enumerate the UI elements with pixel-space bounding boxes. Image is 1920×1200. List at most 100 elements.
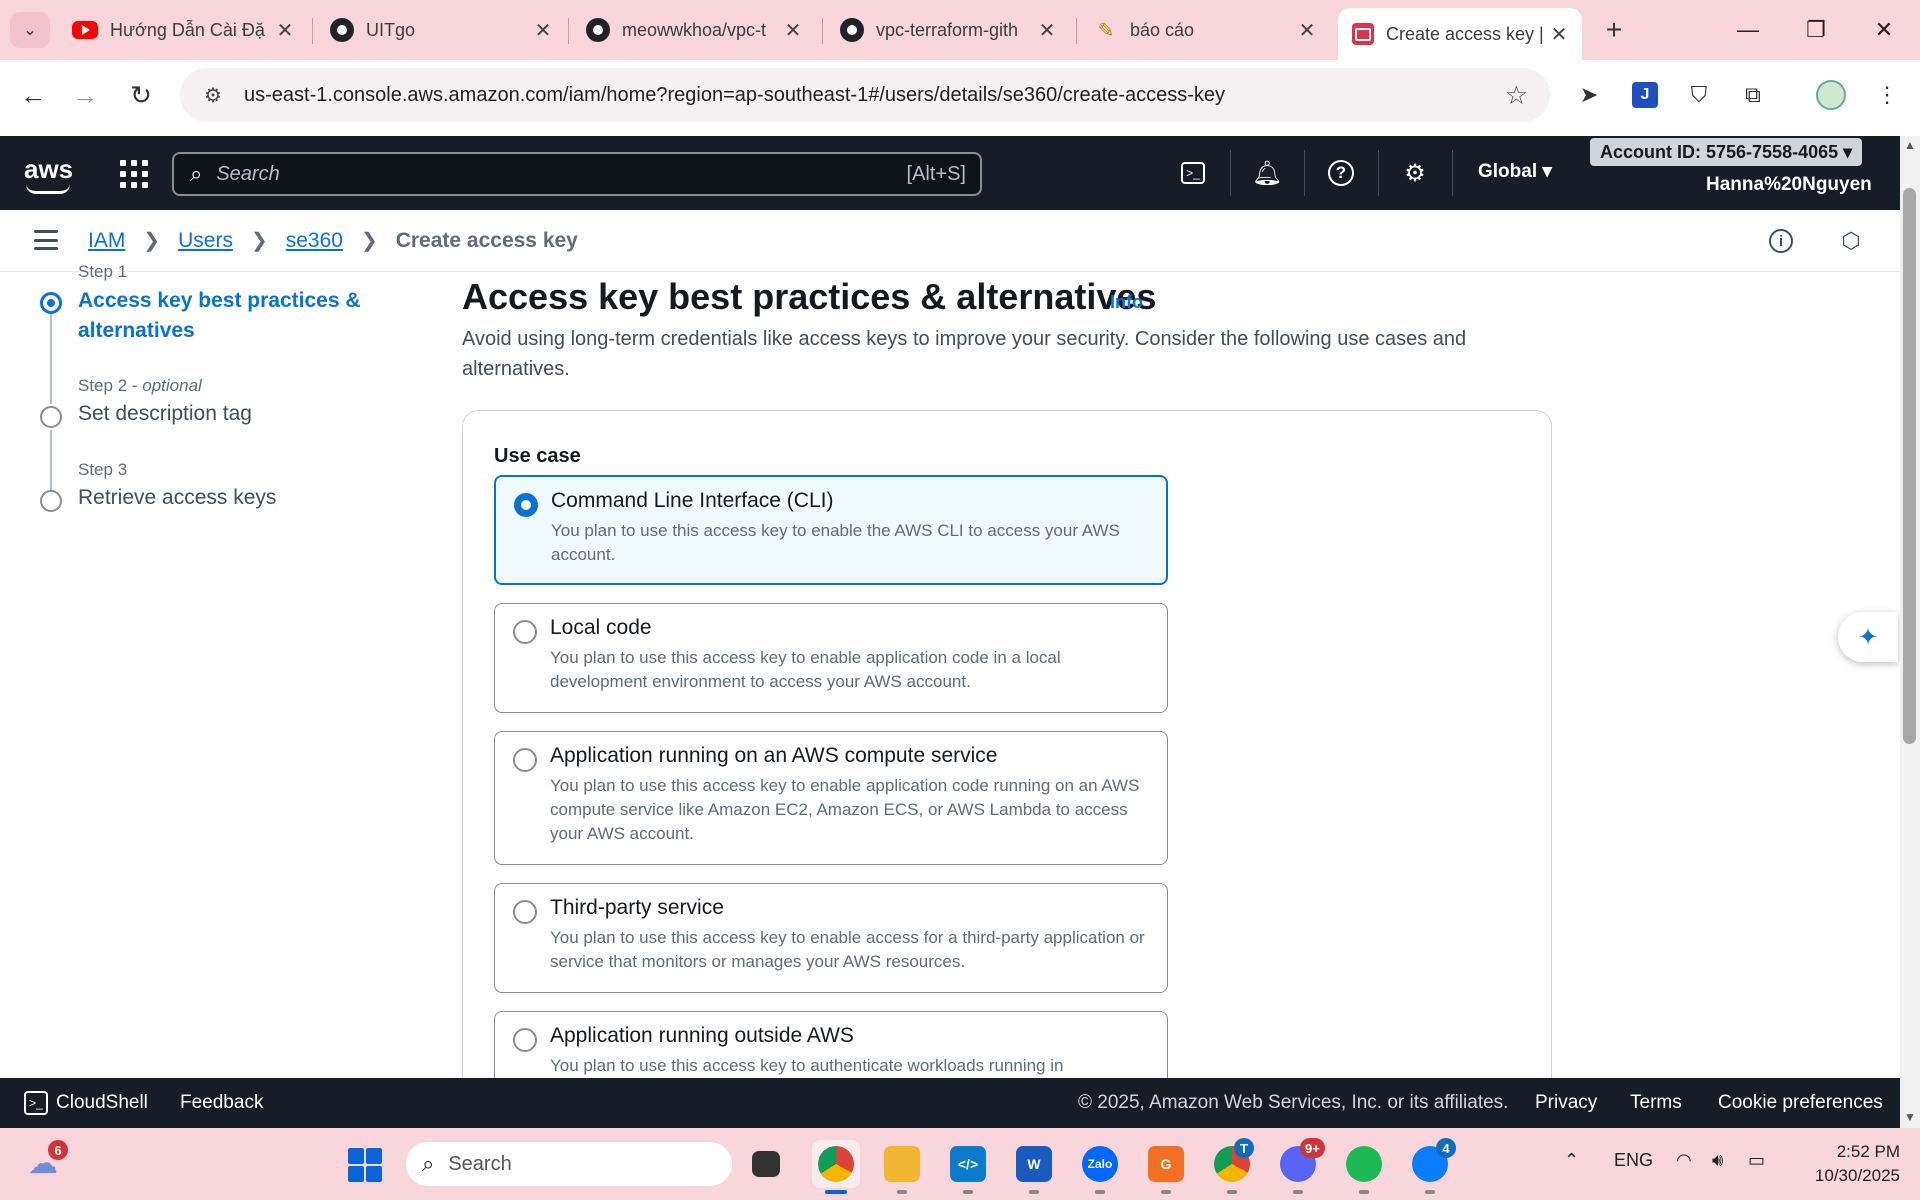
hexagon-settings-icon[interactable]: ⬡ [1836,226,1866,256]
breadcrumb-user-se360[interactable]: se360 [286,229,343,253]
battery-icon[interactable]: ▭ [1748,1150,1765,1171]
profile-avatar[interactable] [1814,78,1848,112]
reload-icon: ↻ [130,79,152,110]
breadcrumb-users[interactable]: Users [178,229,233,253]
cloudshell-link[interactable]: CloudShell [56,1092,148,1114]
radio-button[interactable] [513,620,537,644]
chrome-taskbar-app[interactable] [812,1140,860,1194]
info-link[interactable]: Info [1110,292,1143,313]
windows-start-icon[interactable] [348,1148,382,1182]
info-panel-icon[interactable]: i [1766,226,1796,256]
forward-button[interactable]: → [66,76,104,114]
account-username[interactable]: Hanna%20Nguyen [1706,174,1872,196]
browser-tab[interactable]: UITgo ✕ [316,8,566,52]
option-description: You plan to use this access key to enabl… [550,776,1140,843]
breadcrumb-iam[interactable]: IAM [88,229,125,253]
site-settings-icon[interactable]: ⚙ [200,82,226,108]
cloudshell-icon[interactable]: >_ [1176,156,1210,190]
close-icon[interactable]: ✕ [1548,22,1570,47]
help-icon[interactable]: ? [1324,156,1358,190]
use-case-option-third-party[interactable]: Third-party service You plan to use this… [494,883,1168,993]
caret-down-icon: ▾ [1843,141,1853,162]
taskbar-clock[interactable]: 2:52 PM 10/30/2025 [1790,1140,1900,1188]
jira-extension-icon[interactable]: J [1628,78,1662,112]
spotify-app[interactable] [1340,1140,1388,1194]
radio-button[interactable] [513,1028,537,1052]
assistant-sparkle-button[interactable]: ✦ [1838,612,1898,662]
send-extension-icon[interactable]: ➤ [1572,78,1606,112]
aws-logo[interactable]: aws [24,154,76,194]
main-content: Access key best practices & alternatives… [462,272,1552,1078]
radio-button-selected[interactable] [514,493,538,517]
account-id-badge[interactable]: Account ID: 5756-7558-4065 ▾ [1590,138,1863,166]
github-icon [330,18,354,42]
close-window-button[interactable]: ✕ [1864,10,1904,50]
close-icon[interactable]: ✕ [782,18,804,43]
close-icon[interactable]: ✕ [1296,18,1318,43]
taskbar-search[interactable]: ⌕ Search [406,1142,732,1186]
region-selector[interactable]: Global ▾ [1478,160,1552,183]
back-button[interactable]: ← [14,76,52,114]
aws-search-input[interactable] [216,162,837,186]
privacy-link[interactable]: Privacy [1535,1092,1597,1114]
use-case-option-aws-compute[interactable]: Application running on an AWS compute se… [494,731,1168,865]
scroll-up-arrow-icon[interactable]: ▲ [1904,138,1916,152]
cookie-preferences-link[interactable]: Cookie preferences [1718,1092,1883,1114]
volume-icon[interactable]: 🔊︎ [1712,1150,1723,1171]
use-case-option-local-code[interactable]: Local code You plan to use this access k… [494,603,1168,713]
close-icon[interactable]: ✕ [1036,18,1058,43]
browser-tab[interactable]: vpc-terraform-gith ✕ [826,8,1070,52]
scrollbar-thumb[interactable] [1903,188,1916,744]
pdf-app[interactable]: G [1142,1140,1190,1194]
vscode-app[interactable]: </> [944,1140,992,1194]
feedback-link[interactable]: Feedback [180,1092,263,1114]
browser-tab[interactable]: meowwkhoa/vpc-t ✕ [572,8,816,52]
scroll-down-arrow-icon[interactable]: ▼ [1904,1110,1916,1124]
shield-extension-icon[interactable]: ⛉ [1682,78,1716,112]
hamburger-menu-icon[interactable] [34,230,58,250]
close-icon[interactable]: ✕ [274,18,296,43]
file-explorer-app[interactable] [878,1140,926,1194]
zalo-icon: Zalo [1082,1146,1118,1182]
tab-search-menu-button[interactable]: ⌄ [10,12,50,48]
minimize-icon: — [1737,17,1759,42]
option-description: You plan to use this access key to authe… [550,1056,1064,1075]
aws-search-box[interactable]: ⌕ [Alt+S] [172,152,982,196]
browser-tab-active[interactable]: Create access key | ✕ [1338,8,1582,60]
minimize-button[interactable]: — [1728,10,1768,50]
terms-link[interactable]: Terms [1630,1092,1682,1114]
wifi-icon[interactable]: ◠ [1676,1150,1692,1171]
language-indicator[interactable]: ENG [1614,1150,1653,1171]
region-label: Global [1478,161,1538,182]
new-tab-button[interactable]: + [1598,14,1630,46]
settings-gear-icon[interactable]: ⚙ [1398,156,1432,190]
use-case-option-cli[interactable]: Command Line Interface (CLI) You plan to… [494,475,1168,585]
word-app[interactable]: W [1010,1140,1058,1194]
url-text[interactable]: us-east-1.console.aws.amazon.com/iam/hom… [244,84,1225,107]
task-view-app[interactable] [742,1140,790,1188]
browser-tab[interactable]: ✎ báo cáo ✕ [1080,8,1330,52]
reload-button[interactable]: ↻ [122,76,160,114]
services-menu-icon[interactable] [120,160,148,188]
clock-date: 10/30/2025 [1814,1166,1900,1185]
option-title: Third-party service [550,896,724,919]
kebab-menu-icon[interactable]: ⋮ [1870,78,1904,112]
puzzle-extensions-icon[interactable]: ⧉ [1736,78,1770,112]
step-1-number: Step 1 [78,262,128,281]
browser-tab[interactable]: Hướng Dẫn Cài Đặ ✕ [58,8,308,52]
step-3-number: Step 3 [78,460,128,479]
tray-overflow-chevron-icon[interactable]: ⌃ [1564,1150,1579,1171]
radio-button[interactable] [513,748,537,772]
step-3-indicator [40,490,62,512]
bookmark-star-icon[interactable]: ☆ [1505,80,1528,111]
radio-button[interactable] [513,900,537,924]
notifications-bell-icon[interactable]: 🔔︎ [1250,156,1284,190]
restore-button[interactable]: ❐ [1796,10,1836,50]
step-1-title[interactable]: Access key best practices & alternatives [78,286,378,346]
search-icon: ⌕ [190,161,203,186]
page-scrollbar[interactable]: ▲ ▼ [1900,136,1920,1128]
address-bar[interactable]: ⚙ us-east-1.console.aws.amazon.com/iam/h… [180,68,1550,122]
close-icon[interactable]: ✕ [532,18,554,43]
use-case-option-outside-aws[interactable]: Application running outside AWS You plan… [494,1011,1168,1078]
zalo-app[interactable]: Zalo [1076,1140,1124,1194]
